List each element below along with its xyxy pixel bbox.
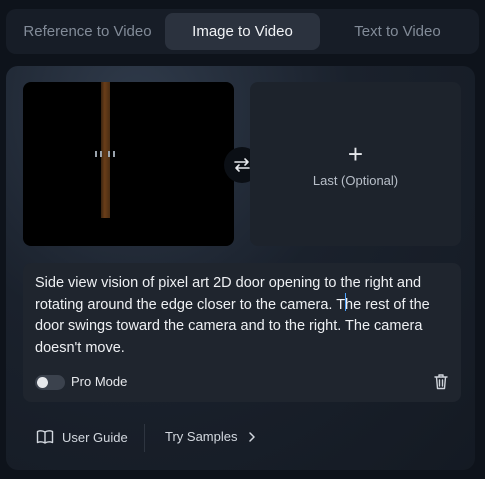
first-frame-image[interactable] xyxy=(23,82,234,246)
prompt-text[interactable]: Side view vision of pixel art 2D door op… xyxy=(35,273,455,359)
generation-panel: + Last (Optional) Side view vision of pi… xyxy=(6,66,475,470)
try-samples-label: Try Samples xyxy=(165,429,238,444)
prompt-input[interactable]: Side view vision of pixel art 2D door op… xyxy=(23,263,461,402)
trash-icon[interactable] xyxy=(433,373,449,390)
user-guide-link[interactable]: User Guide xyxy=(36,429,128,445)
footer-divider xyxy=(144,424,145,452)
pro-mode-label: Pro Mode xyxy=(71,374,128,389)
text-caret xyxy=(345,293,346,311)
try-samples-link[interactable]: Try Samples xyxy=(165,429,258,444)
tab-image-to-video[interactable]: Image to Video xyxy=(165,13,320,50)
toggle-knob xyxy=(37,377,48,388)
resize-handle[interactable] xyxy=(95,151,115,157)
user-guide-label: User Guide xyxy=(62,429,128,445)
plus-icon: + xyxy=(347,138,364,169)
pro-mode-toggle[interactable] xyxy=(35,375,65,390)
door-image xyxy=(101,82,110,218)
last-frame-label: Last (Optional) xyxy=(312,172,399,188)
book-icon xyxy=(36,430,54,444)
mode-tabs: Reference to Video Image to Video Text t… xyxy=(6,9,479,54)
swap-arrows-icon xyxy=(234,158,250,172)
tab-text-to-video[interactable]: Text to Video xyxy=(320,13,475,50)
chevron-right-icon xyxy=(249,431,256,442)
last-frame-upload[interactable]: + Last (Optional) xyxy=(250,82,461,246)
tab-reference-to-video[interactable]: Reference to Video xyxy=(10,13,165,50)
